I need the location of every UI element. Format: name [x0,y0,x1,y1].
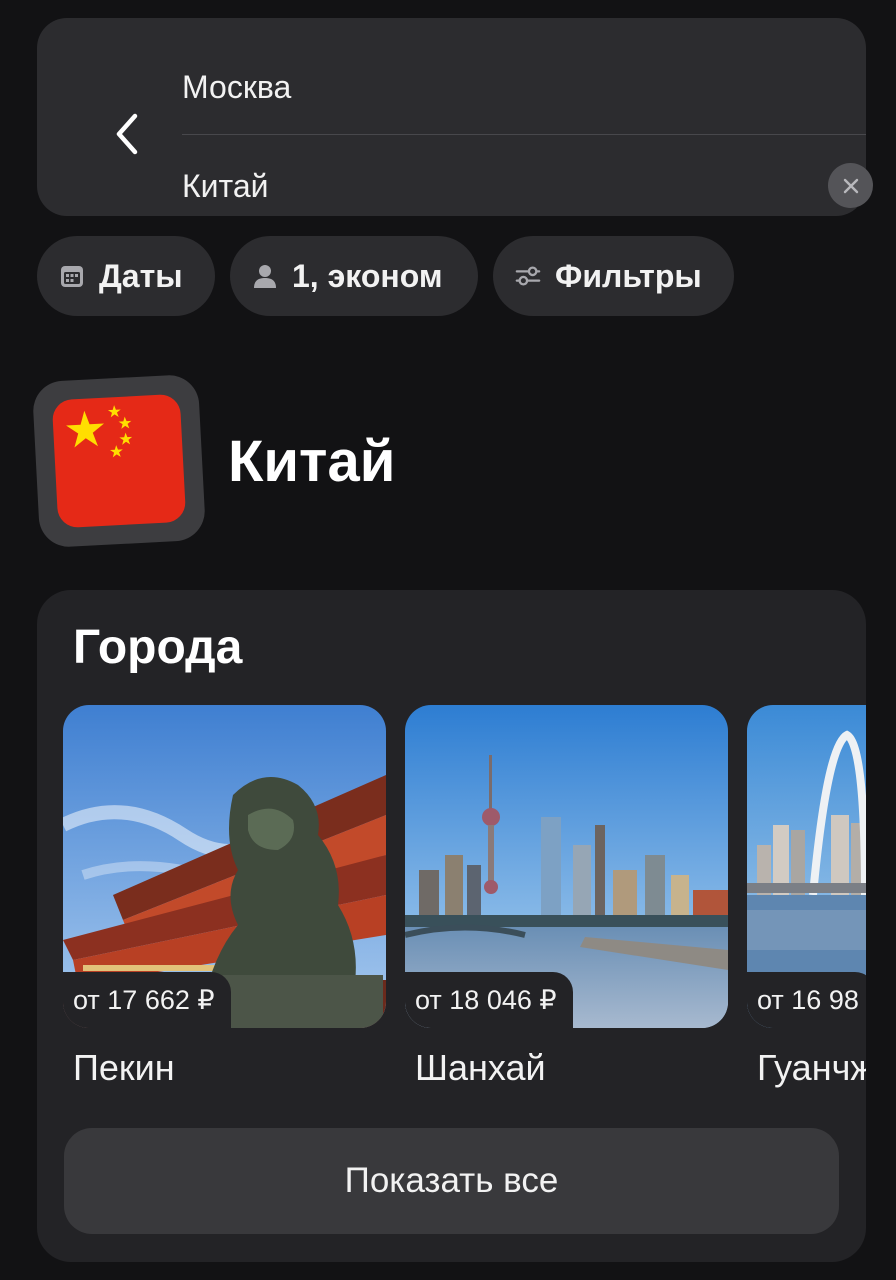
filter-sliders-icon [515,263,541,289]
china-flag [51,393,187,529]
dates-chip-label: Даты [99,257,183,294]
city-name-beijing: Пекин [73,1047,175,1088]
city-price-shanghai: от 18 046 ₽ [405,972,573,1028]
filters-chip[interactable]: Фильтры [493,236,734,316]
calendar-icon [59,263,85,289]
country-flag-badge [31,373,207,549]
field-divider [182,134,866,135]
city-card-guangzhou[interactable]: от 16 98 [747,705,866,1028]
city-card-beijing[interactable]: от 17 662 ₽ [63,705,386,1028]
close-icon [843,178,858,193]
clear-destination-button[interactable] [828,163,873,208]
city-price-beijing: от 17 662 ₽ [63,972,231,1028]
cities-section-title: Города [73,621,243,674]
city-name-guangzhou: Гуанчжоу [757,1047,866,1088]
origin-field[interactable]: Москва [182,67,291,107]
city-name-shanghai: Шанхай [415,1047,546,1088]
cities-section: Города от 17 662 ₽ Пекин от 18 046 ₽ Шан… [37,590,866,1262]
city-card-shanghai[interactable]: от 18 046 ₽ [405,705,728,1028]
filters-chip-label: Фильтры [555,257,702,294]
show-all-button[interactable]: Показать все [64,1128,839,1234]
passengers-chip-label: 1, эконом [292,257,443,294]
dates-chip[interactable]: Даты [37,236,215,316]
route-search-card: Москва Китай [37,18,873,216]
passengers-chip[interactable]: 1, эконом [230,236,478,316]
city-price-guangzhou: от 16 98 [747,972,866,1028]
destination-field[interactable]: Китай [182,166,268,206]
person-icon [252,263,278,289]
country-title: Китай [228,429,396,494]
chevron-left-icon [116,113,138,155]
back-button[interactable] [109,110,145,158]
